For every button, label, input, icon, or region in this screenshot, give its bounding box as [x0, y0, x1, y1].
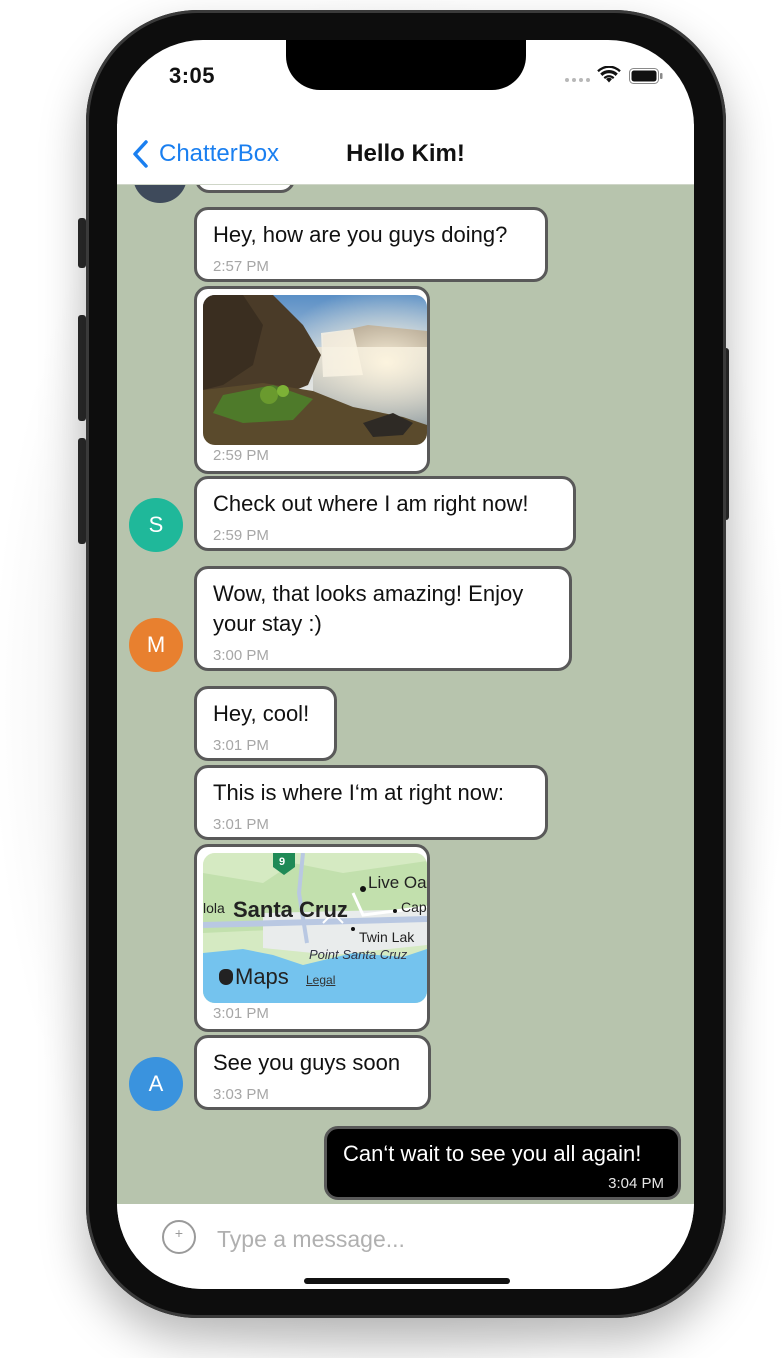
map-place-label: Point Santa Cruz	[309, 947, 408, 962]
message-bubble[interactable]: Wow, that looks amazing! Enjoy your stay …	[194, 566, 572, 671]
message-input[interactable]	[215, 1218, 619, 1260]
home-indicator[interactable]	[304, 1278, 510, 1284]
message-timestamp: 3:01 PM	[213, 1005, 269, 1022]
message-text: Check out where I am right now!	[213, 491, 529, 516]
map-place-label: Cap	[401, 899, 427, 915]
message-timestamp: 3:01 PM	[213, 816, 269, 833]
battery-icon	[629, 68, 663, 84]
message-text: Wow, that looks amazing! Enjoy your stay …	[213, 581, 524, 636]
map-place-label: Twin Lak	[359, 929, 415, 945]
phone-screen: 3:05 ChatterBox Hello Kim! Hey, how are …	[117, 40, 694, 1289]
map-city-label: Santa Cruz	[233, 897, 348, 922]
message-composer: +	[117, 1204, 694, 1289]
waterfall-image	[203, 295, 427, 445]
message-bubble[interactable]: Check out where I am right now! 2:59 PM	[194, 476, 576, 551]
message-timestamp: 2:59 PM	[213, 527, 269, 544]
volume-down-button	[78, 438, 86, 544]
route-shield-label: 9	[279, 856, 286, 868]
map-place-label: lola	[203, 900, 225, 916]
avatar[interactable]: A	[129, 1057, 183, 1111]
avatar[interactable]: S	[129, 498, 183, 552]
nav-title: Hello Kim!	[346, 140, 465, 167]
wifi-icon	[597, 66, 621, 83]
avatar[interactable]: M	[129, 618, 183, 672]
map-place-label: Live Oa	[368, 873, 427, 892]
waterfall-photo[interactable]	[203, 295, 427, 445]
message-timestamp: 3:00 PM	[213, 647, 269, 664]
message-timestamp: 3:01 PM	[213, 737, 269, 754]
message-timestamp: 3:04 PM	[608, 1175, 664, 1192]
message-bubble[interactable]: This is where I‘m at right now: 3:01 PM	[194, 765, 548, 840]
signal-icon	[565, 78, 591, 84]
map-message[interactable]: 9 Live Oa Cap lola Santa Cruz Twin Lak P…	[194, 844, 430, 1032]
mute-switch	[78, 218, 86, 268]
navigation-bar: ChatterBox Hello Kim!	[117, 124, 694, 185]
apple-logo-icon	[219, 969, 233, 985]
message-bubble[interactable]: Hey, how are you guys doing? 2:57 PM	[194, 207, 548, 282]
message-text: See you guys soon	[213, 1050, 401, 1075]
image-message[interactable]: 2:59 PM	[194, 286, 430, 474]
avatar	[133, 185, 187, 203]
map-snapshot[interactable]: 9 Live Oa Cap lola Santa Cruz Twin Lak P…	[203, 853, 427, 1003]
message-text: Hey, cool!	[213, 701, 310, 726]
message-bubble[interactable]: See you guys soon 3:03 PM	[194, 1035, 431, 1110]
phone-frame: 3:05 ChatterBox Hello Kim! Hey, how are …	[86, 10, 726, 1318]
message-bubble[interactable]: Hey, cool! 3:01 PM	[194, 686, 337, 761]
notch	[286, 40, 526, 90]
outgoing-message-bubble[interactable]: Can‘t wait to see you all again! 3:04 PM	[324, 1126, 681, 1200]
map-legal-link[interactable]: Legal	[306, 973, 335, 987]
screenshot-stage: 3:05 ChatterBox Hello Kim! Hey, how are …	[0, 0, 782, 1358]
status-time: 3:05	[169, 63, 216, 88]
message-timestamp: 2:59 PM	[213, 447, 269, 464]
plus-circle-icon[interactable]: +	[162, 1220, 196, 1254]
message-timestamp: 3:03 PM	[213, 1086, 269, 1103]
message-text: Hey, how are you guys doing?	[213, 222, 508, 247]
message-text: Can‘t wait to see you all again!	[343, 1141, 642, 1166]
message-timestamp: 2:57 PM	[213, 258, 269, 275]
volume-up-button	[78, 315, 86, 421]
message-text: This is where I‘m at right now:	[213, 780, 504, 805]
message-bubble[interactable]	[195, 185, 295, 193]
maps-brand: Maps	[235, 964, 289, 989]
chat-area[interactable]: Hey, how are you guys doing? 2:57 PM 2:5…	[117, 185, 694, 1204]
